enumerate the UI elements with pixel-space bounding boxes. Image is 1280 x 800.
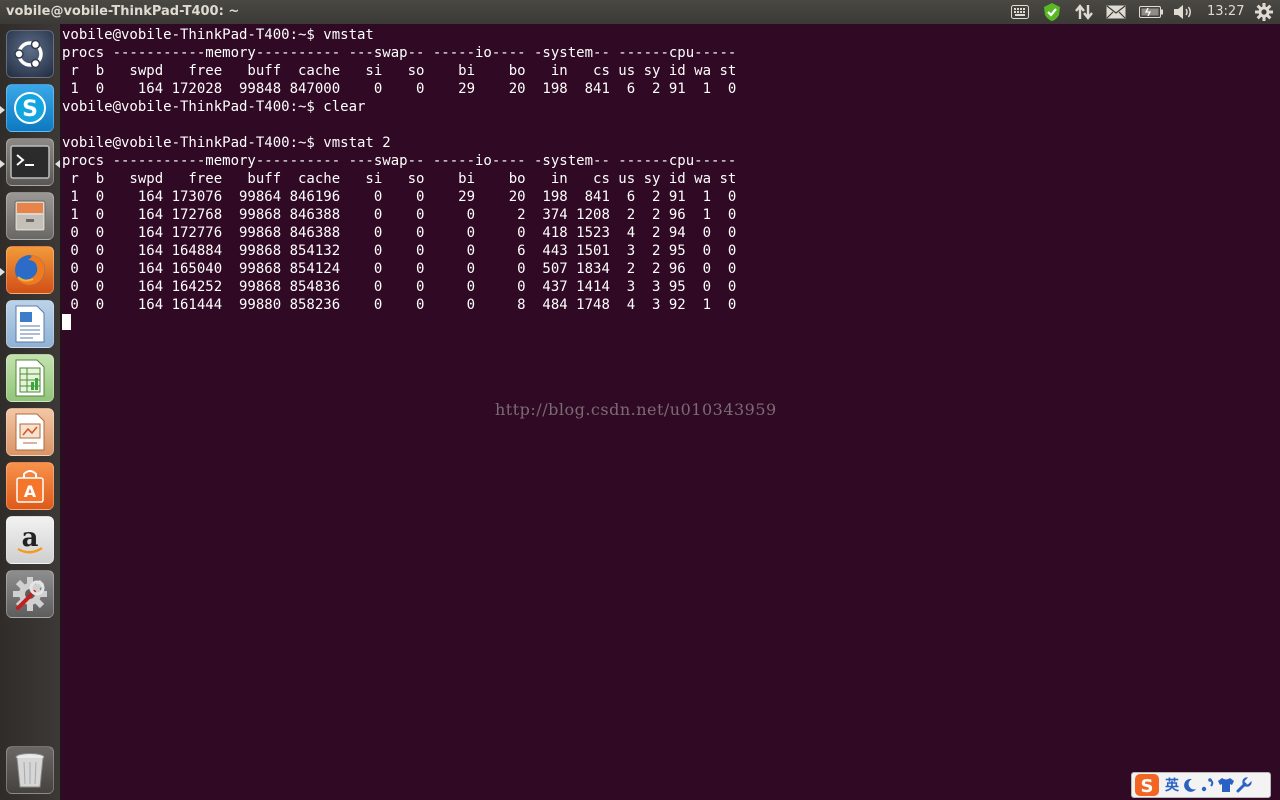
network-transfer-icon[interactable] [1073,2,1095,22]
writer-doc-icon [15,305,45,343]
terminal-line: 1 0 164 172768 99868 846388 0 0 0 2 374 … [62,207,737,223]
shopping-bag-icon: A [16,470,44,503]
ime-mode-toggle[interactable]: 英 [1163,774,1181,796]
launcher-software-center[interactable]: A [6,462,54,510]
launcher-terminal[interactable] [6,138,54,186]
svg-text:a: a [22,523,39,553]
terminal-line: vobile@vobile-ThinkPad-T400:~$ vmstat [62,27,374,43]
moon-icon[interactable] [1181,774,1199,796]
launcher-libreoffice-calc[interactable] [6,354,54,402]
terminal-line: 0 0 164 172776 99868 846388 0 0 0 0 418 … [62,225,737,241]
terminal-line: r b swpd free buff cache si so bi bo in … [62,63,737,79]
battery-icon[interactable] [1138,2,1164,22]
file-cabinet-icon [14,200,46,232]
terminal-line: r b swpd free buff cache si so bi bo in … [62,171,737,187]
terminal-cursor [62,314,71,330]
sogou-logo-text: S [1141,776,1154,797]
terminal-output: vobile@vobile-ThinkPad-T400:~$ vmstat pro… [62,26,736,314]
amazon-icon: a [17,523,43,554]
volume-icon[interactable] [1171,2,1195,22]
calc-sheet-icon [15,359,45,397]
terminal-icon [10,145,50,179]
wrench-gear-icon [13,577,47,611]
launcher-skype[interactable]: S [6,84,54,132]
terminal-line: 1 0 164 173076 99864 846196 0 0 29 20 19… [62,189,737,205]
impress-slide-icon [15,413,45,451]
launcher-system-settings[interactable] [6,570,54,618]
trash-icon [15,753,45,788]
terminal-line: vobile@vobile-ThinkPad-T400:~$ clear [62,99,366,115]
terminal-line: procs -----------memory---------- ---swa… [62,45,737,61]
terminal-line: 0 0 164 161444 99880 858236 0 0 0 8 484 … [62,297,737,313]
terminal-line: procs -----------memory---------- ---swa… [62,153,737,169]
terminal-line: 1 0 164 172028 99848 847000 0 0 29 20 19… [62,81,737,97]
launcher-firefox[interactable] [6,246,54,294]
terminal-line: 0 0 164 164884 99868 854132 0 0 0 6 443 … [62,243,737,259]
punctuation-icon[interactable] [1199,774,1217,796]
ubuntu-logo-icon [14,39,43,69]
launcher-files[interactable] [6,192,54,240]
terminal-line: 0 0 164 165040 99868 854124 0 0 0 0 507 … [62,261,737,277]
launcher-libreoffice-impress[interactable] [6,408,54,456]
clock[interactable]: 13:27 [1207,4,1244,19]
settings-gear-icon[interactable] [1252,2,1276,22]
update-check-icon[interactable] [1040,2,1064,22]
launcher: S A a [0,24,61,800]
svg-text:S: S [22,97,38,122]
watermark: http://blog.csdn.net/u010343959 [495,400,777,419]
shirt-icon[interactable] [1217,774,1235,796]
terminal-line: vobile@vobile-ThinkPad-T400:~$ vmstat 2 [62,135,391,151]
ime-toolbar[interactable]: S 英 [1131,772,1271,798]
wrench-icon[interactable] [1235,774,1253,796]
svg-text:A: A [24,482,37,501]
terminal-line: 0 0 164 164252 99868 854836 0 0 0 0 437 … [62,279,737,295]
window-title: vobile@vobile-ThinkPad-T400: ~ [6,4,240,19]
launcher-trash[interactable] [6,746,54,794]
skype-icon: S [14,92,46,124]
top-panel: vobile@vobile-ThinkPad-T400: ~ 13:27 [0,0,1280,24]
mail-icon[interactable] [1104,2,1128,22]
launcher-dash-home[interactable] [6,30,54,78]
firefox-icon [15,255,45,285]
sogou-logo-icon[interactable]: S [1134,774,1160,797]
launcher-amazon[interactable]: a [6,516,54,564]
keyboard-icon[interactable] [1009,2,1031,22]
launcher-libreoffice-writer[interactable] [6,300,54,348]
